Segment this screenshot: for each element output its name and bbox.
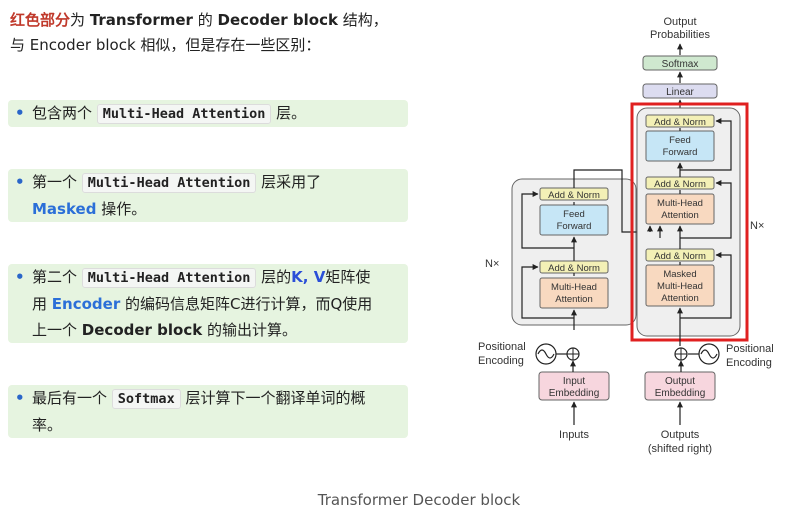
- svg-text:Positional: Positional: [726, 343, 774, 355]
- svg-text:Add & Norm: Add & Norm: [654, 251, 706, 262]
- svg-text:Encoding: Encoding: [478, 355, 524, 367]
- decoder-nx-label: N×: [750, 220, 764, 232]
- svg-text:Feed: Feed: [563, 209, 585, 220]
- svg-text:Input: Input: [563, 376, 585, 387]
- svg-text:Masked: Masked: [663, 269, 696, 280]
- svg-text:Attention: Attention: [661, 293, 699, 304]
- output-probabilities-label-1: Output: [663, 16, 696, 28]
- svg-text:Encoding: Encoding: [726, 357, 772, 369]
- svg-text:Embedding: Embedding: [549, 388, 600, 399]
- outputs-label: Outputs: [661, 429, 700, 441]
- svg-text:Multi-Head: Multi-Head: [657, 198, 703, 209]
- svg-text:Add & Norm: Add & Norm: [654, 117, 706, 128]
- svg-text:Multi-Head: Multi-Head: [657, 281, 703, 292]
- svg-text:Output: Output: [665, 376, 695, 387]
- svg-text:Forward: Forward: [557, 221, 592, 232]
- transformer-diagram: Output Probabilities Softmax Linear Add …: [478, 16, 774, 455]
- output-probabilities-label-2: Probabilities: [650, 29, 710, 41]
- softmax-label: Softmax: [662, 59, 699, 70]
- outputs-shifted-label: (shifted right): [648, 443, 712, 455]
- svg-text:Multi-Head: Multi-Head: [551, 282, 597, 293]
- svg-text:Embedding: Embedding: [655, 388, 706, 399]
- svg-text:Add & Norm: Add & Norm: [548, 263, 600, 274]
- svg-text:Feed: Feed: [669, 135, 691, 146]
- svg-text:Attention: Attention: [555, 294, 593, 305]
- svg-text:Positional: Positional: [478, 341, 526, 353]
- inputs-label: Inputs: [559, 429, 589, 441]
- encoder-nx-label: N×: [485, 258, 499, 270]
- svg-text:Add & Norm: Add & Norm: [548, 190, 600, 201]
- svg-text:Forward: Forward: [663, 147, 698, 158]
- linear-label: Linear: [666, 87, 694, 98]
- svg-text:Attention: Attention: [661, 210, 699, 221]
- svg-text:Add & Norm: Add & Norm: [654, 179, 706, 190]
- figure-caption: Transformer Decoder block: [317, 491, 521, 509]
